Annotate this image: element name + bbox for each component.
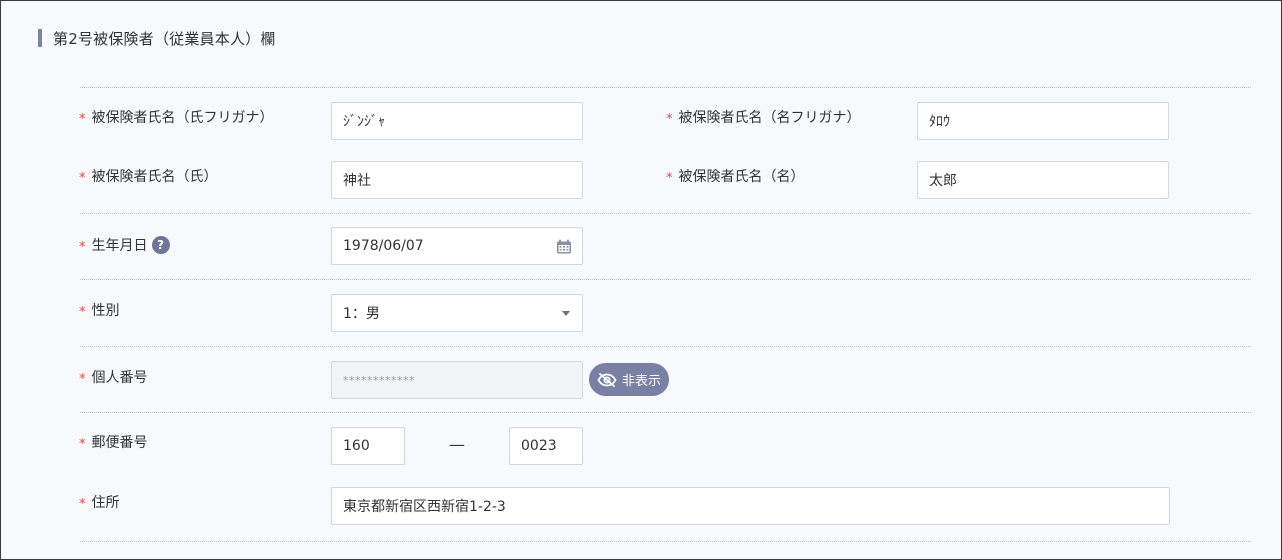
divider (80, 412, 1251, 413)
required-mark: * (666, 111, 673, 127)
name-first-input[interactable]: 太郎 (917, 161, 1169, 199)
address-input[interactable]: 東京都新宿区西新宿1-2-3 (331, 487, 1170, 525)
caret-down-icon[interactable] (562, 311, 570, 316)
section-title-bar (38, 29, 42, 47)
form-panel: 第2号被保険者（従業員本人）欄 * 被保険者氏名（氏フリガナ） ｼﾞﾝｼﾞｬ *… (0, 0, 1282, 560)
kana-last-label: * 被保険者氏名（氏フリガナ） (79, 110, 274, 127)
divider (80, 87, 1251, 88)
gender-select[interactable]: 1：男 (331, 294, 583, 332)
postal-part1-input[interactable]: 160 (331, 427, 405, 465)
name-last-label: * 被保険者氏名（氏） (79, 169, 218, 186)
kana-last-input[interactable]: ｼﾞﾝｼﾞｬ (331, 102, 583, 140)
divider (80, 279, 1251, 280)
my-number-input: ************ (331, 361, 583, 399)
required-mark: * (79, 111, 86, 127)
required-mark: * (79, 170, 86, 186)
required-mark: * (79, 436, 86, 452)
divider (80, 213, 1251, 214)
name-first-label: * 被保険者氏名（名） (666, 169, 805, 186)
name-last-input[interactable]: 神社 (331, 161, 583, 199)
section-title: 第2号被保険者（従業員本人）欄 (53, 29, 276, 48)
postal-part2-input[interactable]: 0023 (509, 427, 583, 465)
divider (80, 541, 1251, 542)
hide-toggle-button[interactable]: 非表示 (589, 363, 669, 396)
birthdate-label: * 生年月日 ? (79, 235, 170, 255)
required-mark: * (79, 304, 86, 320)
question-circle-icon[interactable]: ? (151, 236, 170, 254)
required-mark: * (79, 239, 86, 255)
eye-slash-icon (597, 372, 617, 387)
required-mark: * (666, 170, 673, 186)
gender-label: * 性別 (79, 303, 120, 320)
kana-first-input[interactable]: ﾀﾛｳ (917, 102, 1169, 140)
postal-separator: — (449, 435, 465, 454)
my-number-label: * 個人番号 (79, 370, 148, 387)
postal-label: * 郵便番号 (79, 435, 148, 452)
section-header: 第2号被保険者（従業員本人）欄 (38, 28, 276, 48)
required-mark: * (79, 496, 86, 512)
calendar-icon[interactable] (556, 239, 572, 254)
kana-first-label: * 被保険者氏名（名フリガナ） (666, 110, 861, 127)
address-label: * 住所 (79, 495, 120, 512)
birthdate-input[interactable]: 1978/06/07 (331, 227, 583, 265)
divider (80, 346, 1251, 347)
required-mark: * (79, 371, 86, 387)
